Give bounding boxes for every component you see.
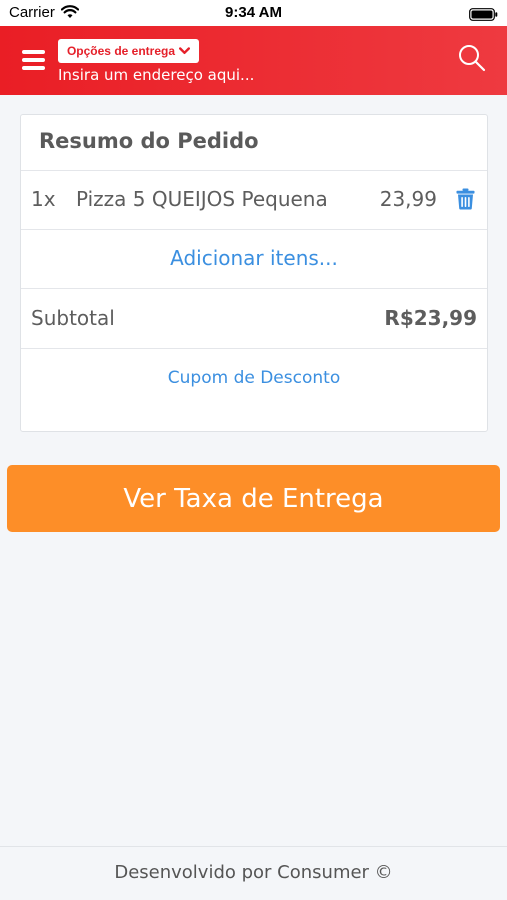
delivery-options-button[interactable]: Opções de entrega	[58, 39, 199, 63]
status-bar: Carrier 9:34 AM	[0, 0, 507, 26]
search-icon[interactable]	[457, 43, 487, 73]
divider	[21, 170, 487, 171]
delivery-options-label: Opções de entrega	[66, 44, 176, 58]
order-summary-title: Resumo do Pedido	[39, 129, 259, 153]
hamburger-menu-icon[interactable]	[22, 50, 46, 70]
divider	[21, 348, 487, 349]
divider	[21, 229, 487, 230]
footer-divider	[0, 846, 507, 847]
item-quantity: 1x	[31, 187, 56, 211]
add-items-link[interactable]: Adicionar itens...	[21, 246, 487, 270]
item-price: 23,99	[379, 187, 437, 211]
discount-coupon-link[interactable]: Cupom de Desconto	[21, 368, 487, 388]
status-time: 9:34 AM	[225, 4, 282, 21]
order-summary-card: Resumo do Pedido 1x Pizza 5 QUEIJOS Pequ…	[20, 114, 488, 432]
subtotal-value: R$23,99	[384, 306, 477, 330]
view-delivery-fee-button[interactable]: Ver Taxa de Entrega	[7, 465, 500, 532]
subtotal-label: Subtotal	[31, 306, 115, 330]
trash-icon[interactable]	[456, 188, 475, 214]
footer-credits: Desenvolvido por Consumer ©	[114, 862, 393, 883]
item-name: Pizza 5 QUEIJOS Pequena	[76, 187, 328, 211]
chevron-down-icon	[179, 47, 191, 55]
address-input[interactable]: Insira um endereço aqui...	[58, 66, 254, 84]
battery-icon	[469, 6, 498, 25]
divider	[21, 288, 487, 289]
app-header: Opções de entrega Insira um endereço aqu…	[0, 26, 507, 95]
